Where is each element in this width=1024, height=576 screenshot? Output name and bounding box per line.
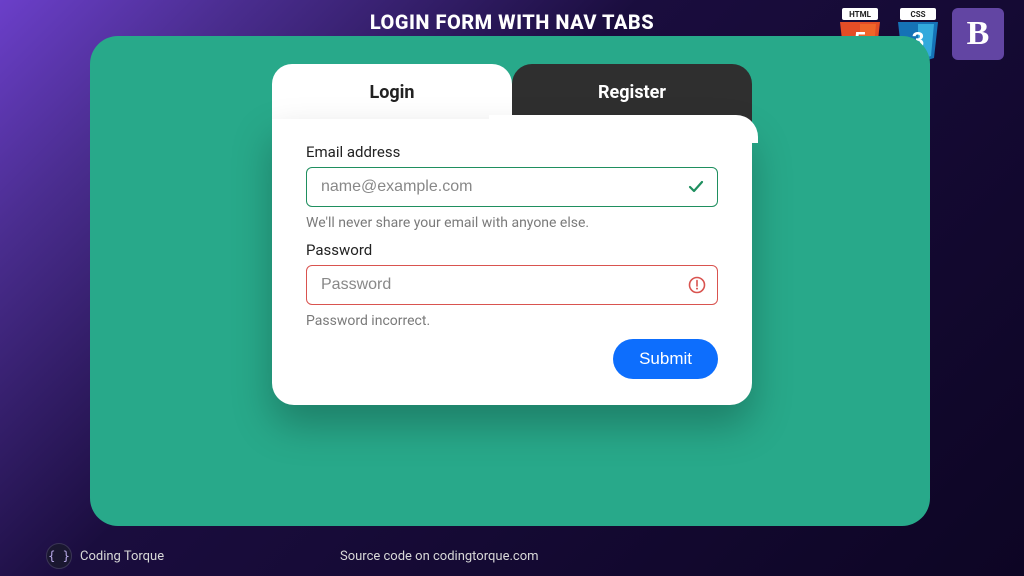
submit-button[interactable]: Submit [613, 339, 718, 379]
footer-source-text: Source code on codingtorque.com [340, 549, 1024, 564]
bootstrap-badge: B [952, 8, 1004, 60]
login-form-container: Login Register Email address We'll never… [272, 64, 752, 405]
form-panel: Email address We'll never share your ema… [272, 119, 752, 405]
email-label: Email address [306, 143, 718, 161]
footer: { } Coding Torque Source code on codingt… [0, 536, 1024, 576]
email-input[interactable] [306, 167, 718, 207]
svg-text:HTML: HTML [849, 10, 871, 19]
password-error-text: Password incorrect. [306, 313, 718, 329]
brand-name: Coding Torque [80, 549, 164, 564]
email-help-text: We'll never share your email with anyone… [306, 215, 718, 231]
error-icon [688, 276, 706, 294]
check-icon [686, 177, 706, 197]
tab-login[interactable]: Login [272, 64, 512, 123]
password-input[interactable] [306, 265, 718, 305]
password-label: Password [306, 241, 718, 259]
svg-text:CSS: CSS [910, 10, 925, 19]
brand-logo-icon: { } [46, 543, 72, 569]
